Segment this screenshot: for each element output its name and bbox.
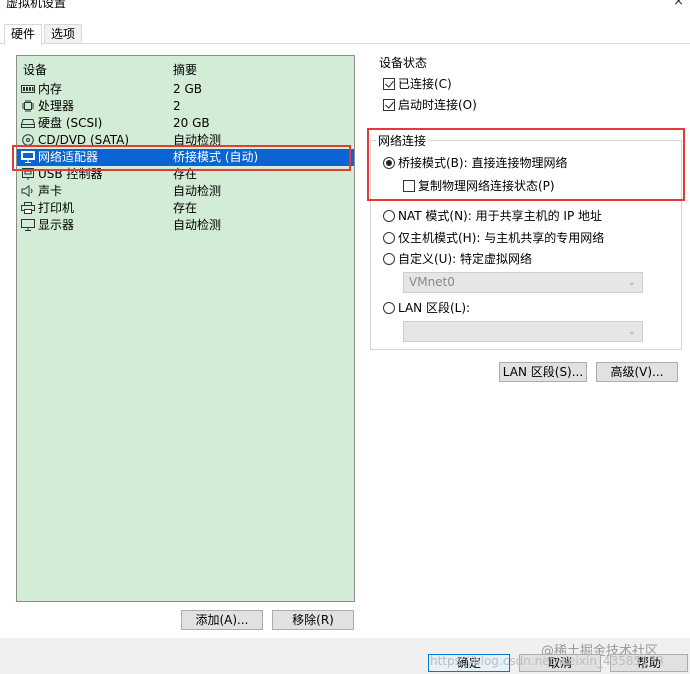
column-header-device[interactable]: 设备: [23, 61, 47, 78]
memory-icon: [21, 83, 35, 95]
device-row-memory[interactable]: 内存 2 GB: [17, 81, 354, 98]
cd-dvd-icon: [21, 133, 35, 146]
device-name: 打印机: [38, 201, 75, 215]
device-summary: 2: [173, 99, 181, 113]
lan-segment-radio[interactable]: LAN 区段(L):: [383, 299, 470, 316]
hard-disk-icon: [21, 117, 35, 129]
device-summary: 2 GB: [173, 82, 202, 96]
device-row-hard-disk[interactable]: 硬盘 (SCSI) 20 GB: [17, 115, 354, 132]
watermark-url: https://blog.csdn.net/weixin_43585173: [430, 654, 665, 668]
device-summary: 20 GB: [173, 116, 210, 130]
host-only-mode-radio[interactable]: 仅主机模式(H): 与主机共享的专用网络: [383, 229, 604, 246]
device-summary: 存在: [173, 201, 198, 215]
speaker-icon: [21, 184, 35, 197]
tab-options[interactable]: 选项: [44, 24, 83, 44]
checkbox-checked-icon[interactable]: [383, 98, 395, 111]
device-name: 声卡: [38, 184, 63, 198]
device-list[interactable]: 设备 摘要 内存 2 GB 处理器 2 硬盘 (SCSI) 20 GB CD/D…: [16, 55, 355, 602]
cpu-icon: [21, 99, 35, 112]
connected-checkbox[interactable]: 已连接(C): [383, 75, 452, 92]
radio-unselected-icon[interactable]: [383, 301, 395, 314]
title-bar: 虚拟机设置 ×: [0, 0, 690, 22]
lan-segment-select[interactable]: ⌄: [403, 321, 643, 342]
checkbox-checked-icon[interactable]: [383, 77, 395, 90]
column-header-summary[interactable]: 摘要: [173, 61, 197, 78]
connect-on-power-on-checkbox[interactable]: 启动时连接(O): [383, 96, 477, 113]
device-name: 硬盘 (SCSI): [38, 116, 103, 130]
advanced-button[interactable]: 高级(V)...: [596, 362, 678, 382]
custom-network-radio[interactable]: 自定义(U): 特定虚拟网络: [383, 250, 532, 267]
device-row-display[interactable]: 显示器 自动检测: [17, 217, 354, 234]
column-separator: [167, 56, 168, 78]
custom-network-select-value: VMnet0: [409, 275, 455, 289]
device-list-header: 设备 摘要: [17, 56, 354, 78]
radio-unselected-icon[interactable]: [383, 231, 395, 244]
window-title: 虚拟机设置: [6, 0, 67, 10]
close-icon[interactable]: ×: [673, 0, 684, 9]
lan-segments-button[interactable]: LAN 区段(S)...: [499, 362, 587, 382]
radio-unselected-icon[interactable]: [383, 252, 395, 265]
nat-mode-radio[interactable]: NAT 模式(N): 用于共享主机的 IP 地址: [383, 207, 602, 224]
chevron-down-icon: ⌄: [627, 326, 636, 337]
monitor-icon: [21, 218, 35, 231]
device-row-sound-card[interactable]: 声卡 自动检测: [17, 183, 354, 200]
custom-network-select[interactable]: VMnet0 ⌄: [403, 272, 643, 293]
device-summary: 自动检测: [173, 218, 222, 232]
chevron-down-icon: ⌄: [627, 277, 636, 288]
device-name: 内存: [38, 82, 63, 96]
tab-hardware[interactable]: 硬件: [4, 24, 43, 45]
bridged-highlight-annotation: [367, 128, 685, 201]
device-name: 显示器: [38, 218, 75, 232]
device-status-title: 设备状态: [377, 54, 430, 71]
add-device-button[interactable]: 添加(A)...: [181, 610, 263, 630]
radio-unselected-icon[interactable]: [383, 209, 395, 222]
device-summary: 自动检测: [173, 184, 222, 198]
selection-highlight-annotation: [12, 145, 351, 171]
device-row-printer[interactable]: 打印机 存在: [17, 200, 354, 217]
remove-device-button[interactable]: 移除(R): [272, 610, 354, 630]
printer-icon: [21, 201, 35, 214]
device-name: 处理器: [38, 99, 75, 113]
device-row-processor[interactable]: 处理器 2: [17, 98, 354, 115]
